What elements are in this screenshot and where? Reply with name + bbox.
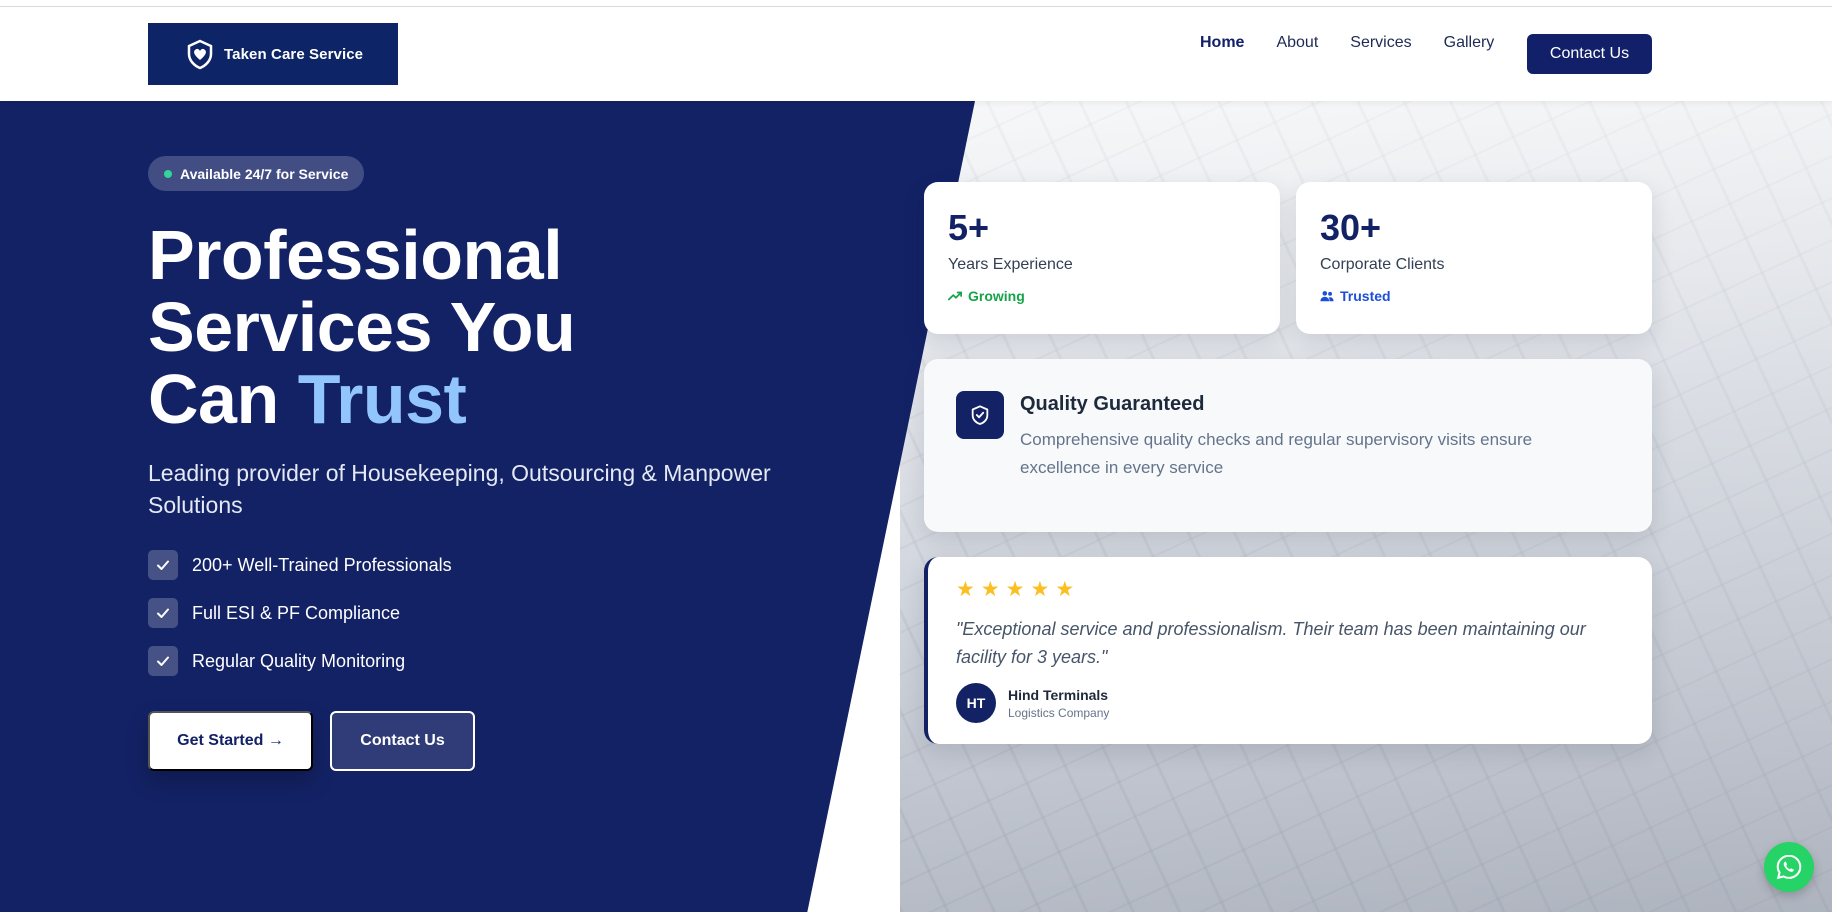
logo[interactable]: Taken Care Service bbox=[148, 23, 398, 85]
feature-text: 200+ Well-Trained Professionals bbox=[192, 554, 452, 575]
star-icon: ★ bbox=[956, 578, 975, 601]
get-started-button[interactable]: Get Started → bbox=[148, 711, 313, 771]
check-icon bbox=[148, 646, 178, 676]
hero-contact-button[interactable]: Contact Us bbox=[330, 711, 475, 771]
main-nav: Home About Services Gallery bbox=[1200, 34, 1526, 52]
whatsapp-icon bbox=[1776, 854, 1802, 880]
quality-card: Quality Guaranteed Comprehensive quality… bbox=[924, 359, 1652, 532]
star-icon: ★ bbox=[1055, 578, 1075, 601]
feature-list: 200+ Well-Trained Professionals Full ESI… bbox=[148, 550, 452, 694]
star-icon: ★ bbox=[980, 578, 1000, 601]
avatar: HT bbox=[956, 683, 996, 723]
top-border bbox=[0, 0, 1832, 7]
header-contact-button[interactable]: Contact Us bbox=[1527, 34, 1652, 74]
reviewer-role: Logistics Company bbox=[1008, 705, 1110, 720]
shield-check-icon bbox=[956, 391, 1004, 439]
feature-item: Regular Quality Monitoring bbox=[148, 646, 452, 676]
feature-text: Full ESI & PF Compliance bbox=[192, 602, 401, 623]
stat-tag: Growing bbox=[948, 288, 1256, 304]
stat-tag: Trusted bbox=[1320, 288, 1628, 304]
hero-title-line1: Professional bbox=[148, 216, 563, 294]
hero-section: Available 24/7 for Service Professional … bbox=[0, 101, 1832, 912]
quality-title: Quality Guaranteed bbox=[1020, 393, 1205, 415]
nav-gallery[interactable]: Gallery bbox=[1444, 34, 1495, 52]
users-icon bbox=[1320, 291, 1334, 302]
nav-about[interactable]: About bbox=[1276, 34, 1318, 52]
stat-tag-text: Growing bbox=[968, 288, 1025, 304]
feature-item: 200+ Well-Trained Professionals bbox=[148, 550, 452, 580]
hero-subtitle: Leading provider of Housekeeping, Outsou… bbox=[148, 460, 771, 518]
star-icon: ★ bbox=[1030, 578, 1050, 601]
stat-card-experience: 5+ Years Experience Growing bbox=[924, 182, 1280, 334]
reviewer-name: Hind Terminals bbox=[1008, 686, 1109, 703]
stat-card-clients: 30+ Corporate Clients Trusted bbox=[1296, 182, 1652, 334]
hero-title-accent: Trust bbox=[297, 360, 467, 438]
heart-shield-logo-icon bbox=[187, 39, 213, 70]
nav-services[interactable]: Services bbox=[1350, 34, 1411, 52]
hero-title-line2: Services You bbox=[148, 288, 576, 366]
review-quote: "Exceptional service and professionalism… bbox=[956, 619, 1586, 667]
nav-home[interactable]: Home bbox=[1200, 34, 1244, 52]
stat-number: 30+ bbox=[1320, 207, 1382, 248]
status-dot-icon bbox=[164, 169, 172, 178]
quality-text: Comprehensive quality checks and regular… bbox=[1020, 430, 1533, 477]
availability-badge: Available 24/7 for Service bbox=[148, 156, 365, 191]
review-card: ★ ★ ★ ★ ★ "Exceptional service and profe… bbox=[924, 557, 1652, 744]
check-icon bbox=[148, 598, 178, 628]
feature-item: Full ESI & PF Compliance bbox=[148, 598, 452, 628]
trending-up-icon bbox=[948, 291, 962, 301]
stat-label: Corporate Clients bbox=[1320, 256, 1445, 273]
hero-title: Professional Services You Can Trust bbox=[148, 216, 576, 438]
logo-text: Taken Care Service bbox=[224, 45, 364, 63]
feature-text: Regular Quality Monitoring bbox=[192, 650, 406, 671]
reviewer: HT Hind Terminals Logistics Company bbox=[956, 683, 1624, 723]
stat-number: 5+ bbox=[948, 207, 990, 248]
site-header: Taken Care Service Home About Services G… bbox=[0, 7, 1832, 101]
availability-badge-text: Available 24/7 for Service bbox=[180, 165, 349, 182]
star-icon: ★ bbox=[1005, 578, 1025, 601]
stat-tag-text: Trusted bbox=[1340, 288, 1391, 304]
check-icon bbox=[148, 550, 178, 580]
whatsapp-button[interactable] bbox=[1764, 842, 1814, 892]
rating-stars: ★ ★ ★ ★ ★ bbox=[956, 579, 1624, 601]
stat-label: Years Experience bbox=[948, 256, 1073, 273]
hero-title-line3: Can bbox=[148, 360, 298, 438]
